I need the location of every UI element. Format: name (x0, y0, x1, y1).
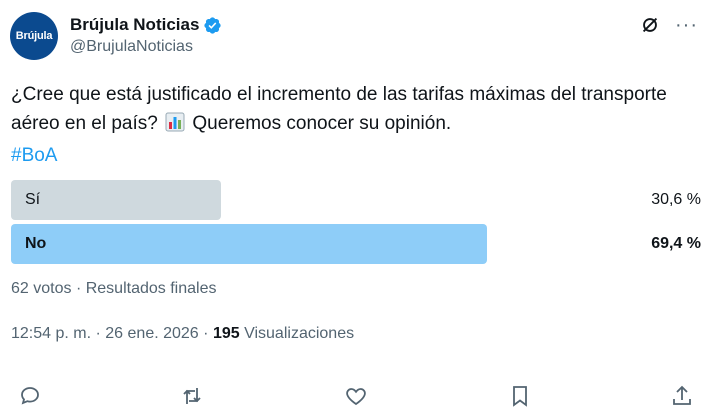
timestamp-separator: · (95, 325, 101, 342)
poll-option-percent: 69,4 % (651, 235, 701, 252)
tweet-date[interactable]: 26 ene. 2026 (105, 325, 198, 342)
bar-chart-emoji-icon (165, 112, 185, 141)
reply-icon[interactable] (18, 384, 42, 408)
views-count: 195 (212, 325, 240, 342)
name-row: Brújula Noticias (70, 14, 222, 36)
timestamp-separator: · (203, 325, 209, 342)
like-icon[interactable] (344, 384, 368, 408)
share-icon[interactable] (670, 384, 694, 408)
hashtag-link[interactable]: #BoA (11, 145, 57, 166)
tweet-header: Brújula Brújula Noticias @BrujulaNoticia… (10, 12, 710, 60)
poll-option-no: No 69,4 % (11, 224, 701, 264)
author-block: Brújula Noticias @BrujulaNoticias (70, 14, 222, 56)
poll-option-label: No (25, 235, 47, 252)
poll-bar-si (11, 180, 221, 220)
bookmark-icon[interactable] (508, 384, 532, 408)
grok-icon[interactable] (639, 14, 661, 36)
verified-badge-icon[interactable] (203, 16, 222, 35)
views-label: Visualizaciones (244, 325, 355, 342)
avatar[interactable]: Brújula (10, 12, 58, 60)
poll-option-si: Sí 30,6 % (11, 180, 701, 220)
poll: Sí 30,6 % No 69,4 % (11, 180, 701, 268)
poll-option-percent: 30,6 % (651, 191, 701, 208)
poll-bar-no (11, 224, 487, 264)
tweet-timestamp: 12:54 p. m. · 26 ene. 2026 · 195 Visuali… (11, 325, 354, 343)
author-name[interactable]: Brújula Noticias (70, 15, 199, 35)
more-options-icon[interactable]: ··· (675, 15, 698, 35)
poll-status: Resultados finales (85, 280, 217, 297)
poll-meta-separator: · (75, 280, 82, 297)
tweet-text: ¿Cree que está justificado el incremento… (11, 80, 701, 170)
poll-votes: 62 votos (11, 280, 72, 297)
author-handle[interactable]: @BrujulaNoticias (70, 38, 222, 56)
tweet-time[interactable]: 12:54 p. m. (11, 325, 91, 342)
tweet-invite: Queremos conocer su opinión. (192, 113, 452, 134)
poll-option-label: Sí (25, 191, 41, 208)
action-bar (0, 380, 720, 410)
retweet-icon[interactable] (180, 384, 204, 408)
poll-meta: 62 votos · Resultados finales (11, 280, 216, 298)
top-right-icons: ··· (639, 14, 698, 36)
